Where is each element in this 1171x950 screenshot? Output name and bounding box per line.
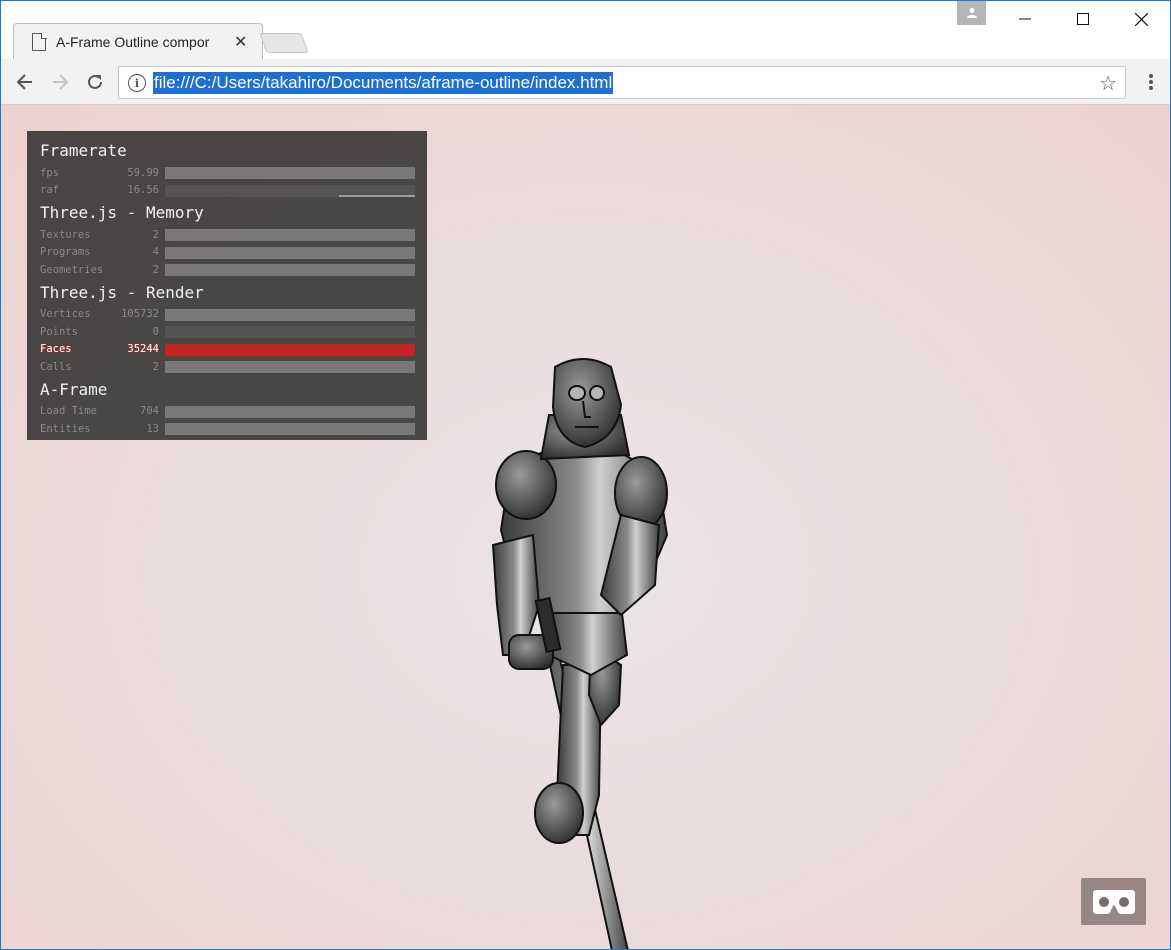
stat-label: Points [40, 325, 78, 338]
close-icon [1134, 12, 1148, 26]
reload-icon [88, 74, 102, 89]
profile-button[interactable] [957, 1, 986, 25]
stats-section-title: Three.js - Memory [40, 203, 204, 222]
close-window-button[interactable] [1112, 1, 1170, 37]
stat-value: 35244 [127, 343, 159, 356]
stat-label: Programs [40, 246, 91, 259]
stat-graph [165, 361, 415, 373]
page-icon [32, 32, 47, 51]
stat-graph [165, 308, 415, 321]
stat-graph-alarm [165, 343, 415, 356]
arrow-left-icon [16, 74, 32, 90]
stat-row-faces: Faces 35244 [40, 341, 415, 359]
stat-row-load-time: Load Time 704 [40, 403, 415, 421]
stat-row-vertices: Vertices 105732 [40, 306, 415, 324]
stats-panel: Framerate fps 59.99 raf 16.56 Three.js -… [27, 131, 427, 440]
title-bar: A-Frame Outline compor ✕ [1, 1, 1170, 60]
stat-graph [165, 264, 415, 276]
stat-row-raf: raf 16.56 [40, 182, 415, 200]
stats-section-title: Framerate [40, 141, 127, 160]
reload-button[interactable] [82, 69, 108, 95]
knight-model [491, 358, 669, 949]
stat-row-textures: Textures 2 [40, 226, 415, 244]
stat-value: 13 [146, 422, 159, 435]
bookmark-star-icon[interactable]: ☆ [1099, 71, 1117, 96]
maximize-icon [1077, 13, 1089, 25]
stats-section-title: A-Frame [40, 379, 108, 399]
maximize-button[interactable] [1054, 1, 1112, 37]
stat-value: 704 [140, 405, 159, 418]
stat-value: 4 [152, 246, 159, 259]
address-bar[interactable]: i file:///C:/Users/takahiro/Documents/af… [118, 66, 1126, 99]
stat-value: 16.56 [127, 184, 159, 197]
vr-headset-icon [1092, 889, 1135, 914]
stat-value: 2 [152, 360, 159, 373]
browser-toolbar: i file:///C:/Users/takahiro/Documents/af… [1, 59, 1170, 105]
stat-value: 2 [152, 263, 159, 276]
enter-vr-button[interactable] [1081, 878, 1146, 925]
back-button[interactable] [12, 69, 38, 95]
tab-title: A-Frame Outline compor [56, 34, 210, 50]
stat-label: raf [40, 184, 59, 197]
stat-value: 2 [152, 228, 159, 241]
menu-dots-icon[interactable] [1141, 71, 1161, 93]
stat-graph [165, 167, 415, 179]
stat-row-geometries: Geometries 2 [40, 261, 415, 279]
stat-graph [165, 326, 415, 338]
stat-graph [165, 229, 415, 241]
minimize-icon [1019, 18, 1031, 20]
stat-graph [165, 423, 415, 435]
stat-label: Geometries [40, 263, 104, 276]
stat-row-fps: fps 59.99 [40, 164, 415, 182]
stats-section-title: Three.js - Render [40, 282, 204, 302]
stat-value: 105732 [121, 308, 159, 321]
new-tab-button[interactable] [259, 33, 309, 53]
stat-graph [165, 246, 415, 259]
stat-row-entities: Entities 13 [40, 420, 415, 438]
arrow-right-icon [53, 74, 69, 90]
forward-button[interactable] [47, 69, 73, 95]
stat-value: 59.99 [127, 166, 159, 179]
stat-label: Vertices [40, 308, 91, 321]
aframe-scene[interactable]: Framerate fps 59.99 raf 16.56 Three.js -… [1, 105, 1170, 949]
url-text[interactable]: file:///C:/Users/takahiro/Documents/afra… [153, 72, 614, 94]
minimize-button[interactable] [996, 1, 1054, 37]
tab-active[interactable]: A-Frame Outline compor ✕ [13, 23, 263, 60]
stat-value: 0 [152, 325, 159, 338]
browser-window: A-Frame Outline compor ✕ i file:///C:/Us… [0, 0, 1171, 950]
stat-row-programs: Programs 4 [40, 244, 415, 262]
stat-row-calls: Calls 2 [40, 358, 415, 376]
stat-label: fps [40, 166, 59, 179]
stat-label: Entities [40, 422, 91, 435]
stat-label: Faces [40, 343, 72, 356]
stat-graph [165, 184, 415, 197]
person-icon [966, 8, 977, 18]
stat-label: Load Time [40, 405, 97, 418]
info-icon[interactable]: i [128, 74, 146, 92]
stat-graph [165, 405, 415, 418]
stat-row-points: Points 0 [40, 323, 415, 341]
stat-label: Calls [40, 360, 72, 373]
stat-label: Textures [40, 228, 91, 241]
tab-close-icon[interactable]: ✕ [234, 32, 247, 52]
